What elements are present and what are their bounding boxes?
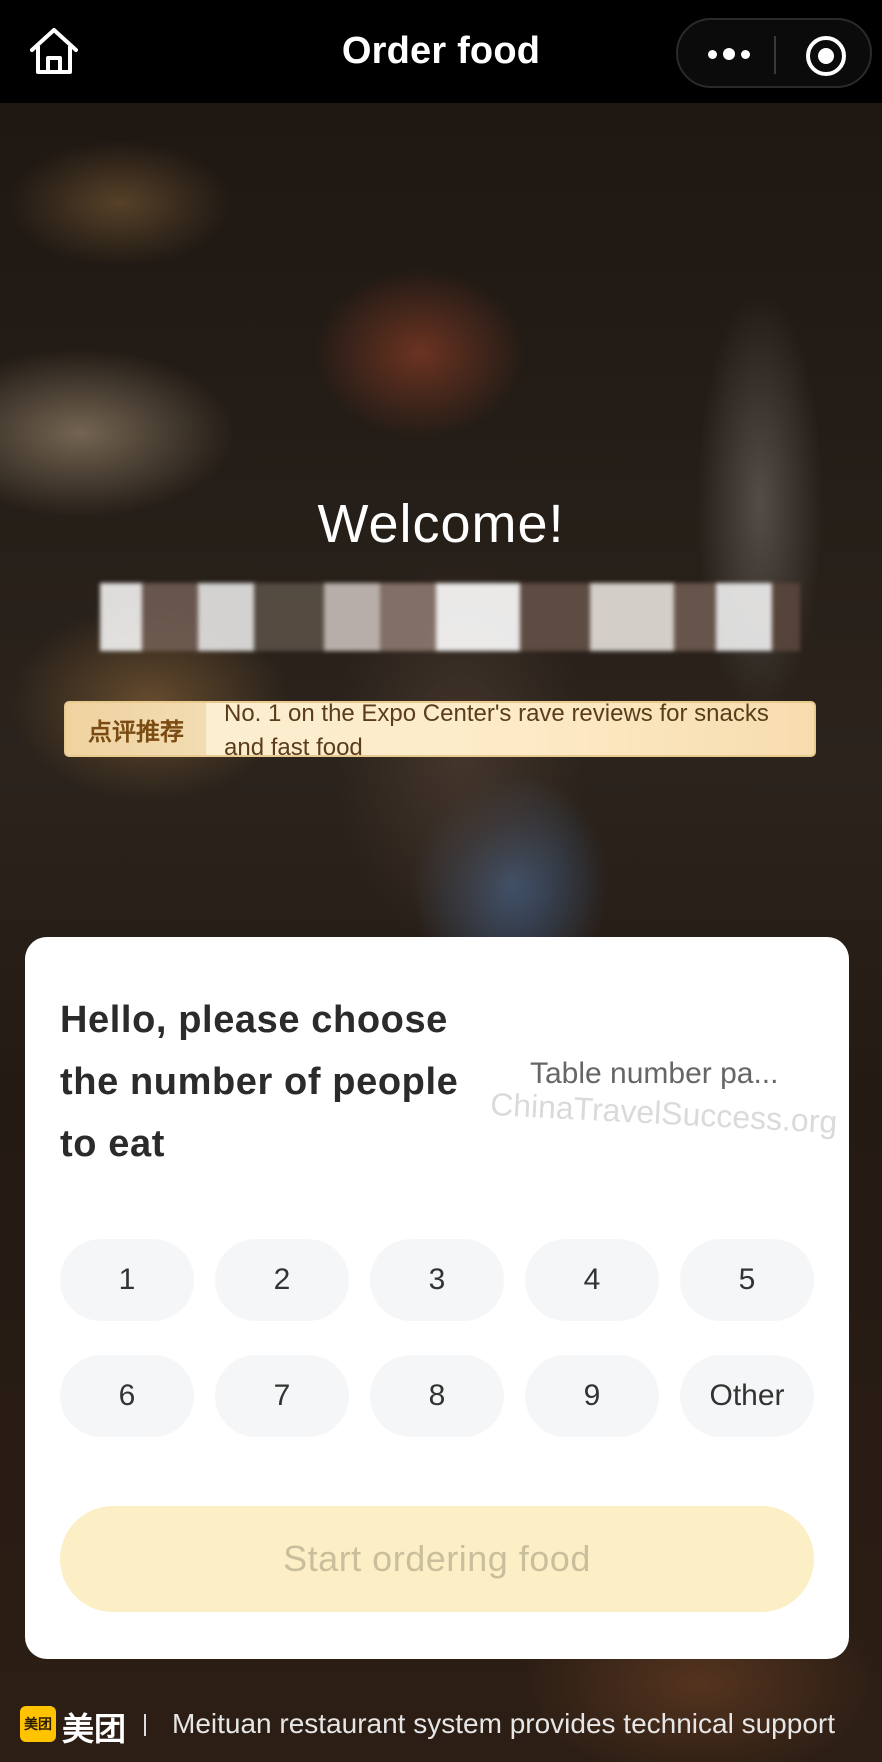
party-size-card: Hello, please choose the number of peopl… [25,937,849,1659]
close-miniprogram-button[interactable] [804,34,848,78]
party-size-option-1[interactable]: 1 [60,1239,194,1321]
more-icon-dot [723,48,735,60]
target-icon [806,36,846,76]
party-size-option-7[interactable]: 7 [215,1355,349,1437]
capsule-divider [774,36,776,74]
party-size-option-2[interactable]: 2 [215,1239,349,1321]
store-name-obscured [100,583,800,651]
support-text: Meituan restaurant system provides techn… [172,1708,835,1739]
meituan-logo-icon: 美团 [20,1706,56,1742]
top-nav-bar: Order food [0,0,882,103]
menu-capsule [676,18,872,88]
brand-name: 美团 [62,1711,127,1747]
party-size-option-4[interactable]: 4 [525,1239,659,1321]
watermark-text: ChinaTravelSuccess.org [489,1085,839,1141]
party-size-option-6[interactable]: 6 [60,1355,194,1437]
party-size-option-3[interactable]: 3 [370,1239,504,1321]
recommend-tag: 点评推荐 [66,703,206,755]
table-number-label: Table number pa... [530,1057,779,1090]
recommend-text: No. 1 on the Expo Center's rave reviews … [224,701,769,757]
footer-divider [144,1714,146,1736]
more-button[interactable] [698,34,760,74]
more-icon [708,49,717,59]
party-size-option-5[interactable]: 5 [680,1239,814,1321]
more-icon-dot [741,49,750,59]
start-ordering-button[interactable]: Start ordering food [60,1506,814,1612]
party-size-option-8[interactable]: 8 [370,1355,504,1437]
recommend-banner: 点评推荐 No. 1 on the Expo Center's rave rev… [64,701,816,757]
party-size-prompt: Hello, please choose the number of peopl… [60,999,459,1165]
party-size-option-other[interactable]: Other [680,1355,814,1437]
footer-support: 美团 美团 Meituan restaurant system provides… [0,1700,882,1750]
party-size-option-9[interactable]: 9 [525,1355,659,1437]
welcome-heading: Welcome! [317,494,565,554]
